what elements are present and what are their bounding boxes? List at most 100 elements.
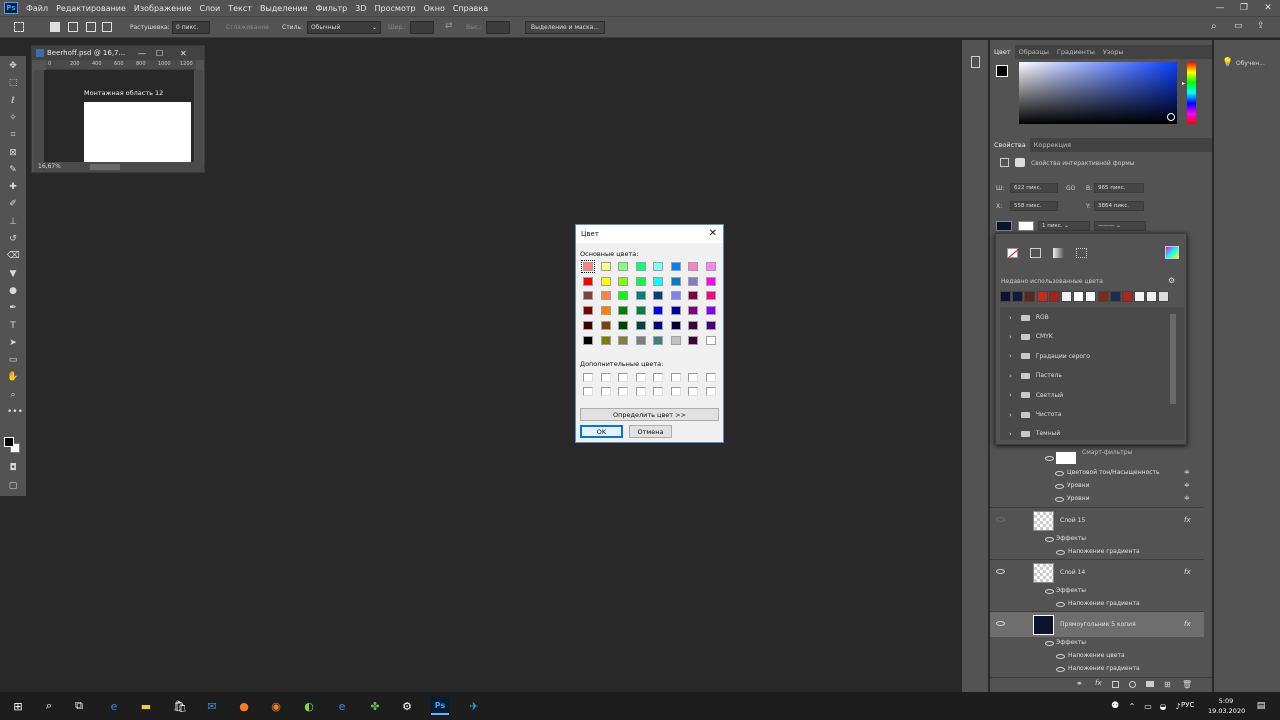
intersect-selection-icon[interactable] (102, 22, 112, 32)
marquee-tool-icon[interactable]: ⬚ (7, 77, 19, 89)
close-icon[interactable]: ✕ (1256, 0, 1280, 16)
eraser-icon[interactable]: ⌫ (7, 250, 20, 262)
eyedropper-icon[interactable]: ✎ (7, 164, 19, 176)
basic-color-swatch[interactable] (653, 276, 663, 286)
add-selection-icon[interactable] (68, 22, 78, 32)
swatch-group-5[interactable]: › Чистота (1006, 405, 1176, 424)
ie-icon[interactable]: e (333, 697, 351, 715)
crop-tool-icon[interactable]: ⌗ (7, 129, 19, 141)
more-tools-icon[interactable]: ••• (7, 406, 23, 418)
effects-row[interactable]: Эффекты (990, 637, 1204, 649)
magic-wand-icon[interactable]: ✧ (7, 112, 19, 124)
chevron-right-icon[interactable]: › (1009, 314, 1012, 322)
basic-color-swatch[interactable] (670, 306, 681, 316)
basic-color-swatch[interactable] (618, 320, 628, 330)
define-color-button[interactable]: Определить цвет >> (580, 408, 719, 421)
person-icon[interactable]: ⚉ (1106, 697, 1124, 715)
chevron-right-icon[interactable]: › (1009, 372, 1012, 380)
stroke-type-select[interactable]: ——— ⌄ (1094, 221, 1146, 231)
minimize-doc-icon[interactable]: — (138, 49, 146, 58)
basic-color-swatch[interactable] (635, 291, 646, 301)
basic-color-swatch[interactable] (688, 262, 698, 271)
basic-color-swatch[interactable] (653, 306, 663, 316)
basic-color-swatch[interactable] (670, 320, 681, 330)
basic-color-swatch[interactable] (583, 335, 593, 345)
custom-color-swatch[interactable] (635, 387, 646, 396)
explorer-icon[interactable]: ▬ (137, 697, 155, 715)
layer-row[interactable]: Слой 14 fx (990, 559, 1204, 585)
visibility-eye-icon[interactable] (1045, 641, 1054, 646)
basic-color-swatch[interactable] (635, 262, 646, 271)
brush-tool-icon[interactable]: ✐ (7, 198, 19, 210)
type-tool-icon[interactable]: T (7, 320, 19, 332)
chevron-right-icon[interactable]: › (1009, 411, 1012, 419)
chevron-right-icon[interactable]: › (1009, 333, 1012, 341)
menu-item-2[interactable]: Изображение (130, 4, 196, 13)
basic-color-swatch[interactable] (670, 276, 681, 286)
visibility-eye-icon[interactable] (996, 621, 1005, 626)
basic-color-swatch[interactable] (653, 320, 663, 330)
basic-color-swatch[interactable] (635, 335, 646, 345)
move-tool-icon[interactable]: ✥ (7, 60, 19, 72)
visibility-eye-icon[interactable] (996, 569, 1005, 574)
custom-color-swatch[interactable] (635, 373, 646, 382)
paint-bucket-icon[interactable]: ▼ (7, 268, 19, 280)
custom-color-swatch[interactable] (670, 387, 681, 396)
visibility-eye-icon[interactable] (1055, 497, 1064, 502)
basic-color-swatch[interactable] (600, 291, 611, 301)
new-selection-icon[interactable] (50, 22, 60, 32)
basic-color-swatch[interactable] (670, 335, 681, 345)
fill-swatch[interactable] (996, 221, 1012, 231)
height-input[interactable] (486, 21, 510, 34)
recent-color-swatch[interactable] (1060, 291, 1072, 302)
basic-color-swatch[interactable] (705, 306, 716, 316)
effect-row[interactable]: Наложение градиента (990, 546, 1204, 558)
layer-row[interactable]: Слой 15 fx (990, 507, 1204, 533)
basic-color-swatch[interactable] (688, 306, 698, 316)
custom-color-swatch[interactable] (618, 373, 628, 382)
visibility-eye-icon[interactable] (1055, 471, 1064, 476)
zoom-tool-icon[interactable]: ⌕ (7, 389, 19, 401)
select-and-mask-button[interactable]: Выделение и маска... (525, 21, 605, 34)
subtract-selection-icon[interactable] (86, 22, 96, 32)
custom-color-swatch[interactable] (653, 387, 663, 396)
color-spectrum-field[interactable] (1019, 62, 1177, 124)
y-field[interactable]: 3864 пикс. (1094, 201, 1144, 211)
recent-color-swatch[interactable] (1024, 291, 1036, 302)
swatch-group-2[interactable]: › Градации серого (1006, 347, 1176, 366)
custom-color-swatch[interactable] (653, 373, 663, 382)
menu-item-0[interactable]: Файл (22, 4, 52, 13)
basic-color-swatch[interactable] (583, 276, 593, 286)
visibility-eye-icon[interactable] (1056, 654, 1065, 659)
visibility-eye-icon[interactable] (1056, 550, 1065, 555)
color-picker-cursor[interactable] (1167, 113, 1175, 121)
basic-color-swatch[interactable] (618, 262, 628, 271)
layer-fx-icon[interactable]: fx (1184, 568, 1191, 576)
color-panel-tab-1[interactable]: Образцы (1015, 45, 1053, 59)
color-panel-tab-3[interactable]: Узоры (1099, 45, 1128, 59)
basic-color-swatch[interactable] (670, 262, 681, 271)
visibility-eye-icon[interactable] (1045, 589, 1054, 594)
recent-color-swatch[interactable] (1121, 291, 1133, 302)
cancel-button[interactable]: Отмена (629, 425, 672, 438)
stroke-width-select[interactable]: 1 пикс. ⌄ (1038, 221, 1090, 231)
basic-color-swatch[interactable] (618, 276, 628, 286)
layer-fx-icon[interactable]: fx (1184, 620, 1191, 628)
settings-icon[interactable]: ⚙ (398, 697, 416, 715)
link-dimensions-icon[interactable]: GO (1066, 185, 1075, 192)
swatch-group-6[interactable]: › Темный (1006, 424, 1176, 443)
search-icon[interactable]: ⌕ (1211, 21, 1217, 32)
width-field[interactable]: 622 пикс. (1010, 183, 1058, 193)
gear-icon[interactable]: ⚙ (1168, 276, 1175, 285)
hand-tool-icon[interactable]: ✋ (7, 371, 19, 383)
width-input[interactable] (410, 21, 434, 34)
menu-item-5[interactable]: Выделение (256, 4, 312, 13)
language-indicator[interactable]: РУС (1181, 701, 1194, 709)
horizontal-scroll-thumb[interactable] (90, 164, 120, 170)
effect-row[interactable]: Наложение градиента (990, 598, 1204, 610)
recent-color-swatch[interactable] (1085, 291, 1097, 302)
effect-row[interactable]: Наложение градиента (990, 663, 1204, 675)
custom-color-swatch[interactable] (688, 373, 698, 382)
layer-row[interactable]: Прямоугольник 5 копия fx (990, 611, 1204, 637)
basic-color-swatch[interactable] (705, 320, 716, 330)
